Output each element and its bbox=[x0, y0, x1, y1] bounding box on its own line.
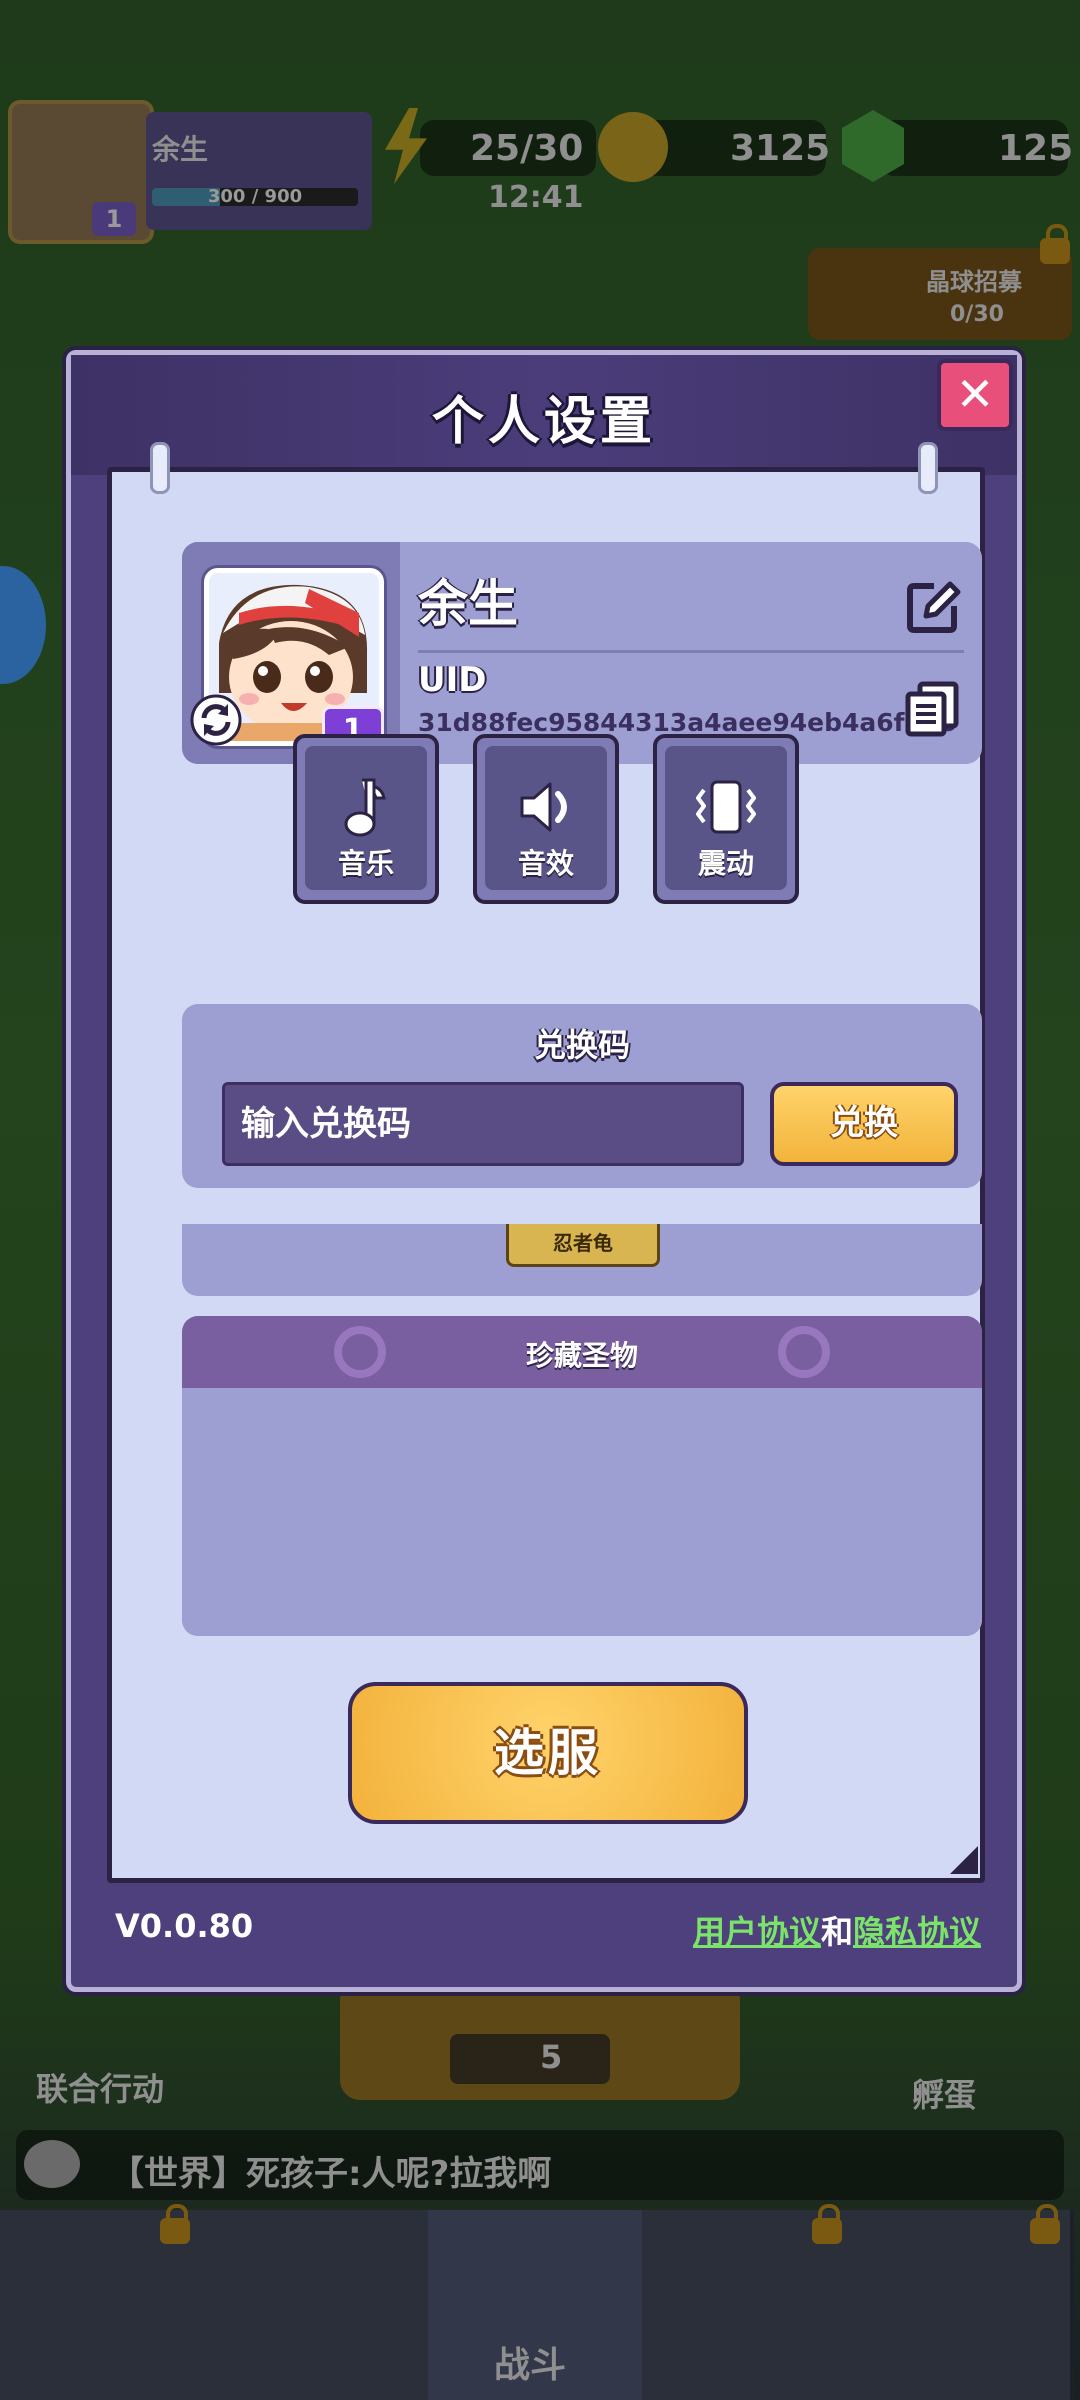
select-server-button[interactable]: 选服 bbox=[348, 1682, 748, 1824]
nav-lock-icon-3 bbox=[1030, 2204, 1060, 2244]
privacy-policy-link[interactable]: 隐私协议 bbox=[853, 1913, 981, 1951]
refresh-avatar-icon[interactable] bbox=[190, 694, 242, 746]
vibration-label: 震动 bbox=[697, 847, 754, 880]
copy-uid-icon[interactable] bbox=[904, 680, 960, 738]
settings-paper: 1 余生 UID 31d88fec95844313a4aee94eb4a6f64… bbox=[107, 442, 985, 1883]
hud-gem-value: 125 bbox=[998, 128, 1074, 169]
hud-player-name: 余生 bbox=[152, 133, 209, 166]
redeem-code-card: 兑换码 兑换 bbox=[182, 1004, 982, 1188]
pin-right bbox=[918, 442, 938, 494]
vibration-toggle-button[interactable]: 震动 bbox=[653, 734, 799, 904]
redeem-button[interactable]: 兑换 bbox=[770, 1082, 958, 1166]
sound-effects-toggle-button[interactable]: 音效 bbox=[473, 734, 619, 904]
close-icon: ✕ bbox=[955, 367, 995, 421]
uid-label: UID bbox=[418, 660, 487, 700]
close-button[interactable]: ✕ bbox=[937, 359, 1013, 431]
hud-energy-value: 25/30 bbox=[470, 128, 584, 169]
nav-lock-icon-2 bbox=[812, 2204, 842, 2244]
music-note-icon bbox=[344, 778, 386, 837]
relics-card: 珍藏圣物 bbox=[182, 1316, 982, 1636]
sound-effects-label: 音效 bbox=[517, 847, 574, 880]
paper-fold-corner bbox=[950, 1846, 978, 1874]
recruit-count: 0/30 bbox=[950, 302, 1004, 327]
agreement-and-text: 和 bbox=[820, 1913, 853, 1951]
hud-exp-text: 300 / 900 bbox=[207, 186, 303, 207]
hud-level-badge: 1 bbox=[92, 202, 136, 236]
music-label: 音乐 bbox=[337, 847, 394, 880]
uid-value: 31d88fec95844313a4aee94eb4a6f646 bbox=[418, 708, 957, 737]
music-toggle-button[interactable]: 音乐 bbox=[293, 734, 439, 904]
nav-battle-label: 战斗 bbox=[494, 2345, 567, 2386]
challenge-cost-pill bbox=[450, 2034, 610, 2084]
redeem-code-title: 兑换码 bbox=[533, 1026, 630, 1064]
profile-card: 1 余生 UID 31d88fec95844313a4aee94eb4a6f64… bbox=[182, 542, 982, 764]
hud-coin-value: 3125 bbox=[730, 128, 831, 169]
recruit-lock-icon bbox=[1040, 224, 1070, 264]
relics-list bbox=[182, 1388, 982, 1636]
recruit-title: 晶球招募 bbox=[926, 268, 1022, 296]
edit-name-icon[interactable] bbox=[904, 578, 962, 636]
pin-left bbox=[150, 442, 170, 494]
speaker-icon bbox=[520, 782, 567, 832]
name-divider bbox=[418, 650, 964, 653]
nav-slot-heroes[interactable] bbox=[214, 2210, 432, 2400]
collection-item-tag[interactable]: 忍者龟 bbox=[506, 1224, 660, 1267]
challenge-cost: 5 bbox=[540, 2038, 563, 2076]
dialog-title: 个人设置 bbox=[431, 392, 656, 452]
left-feature-label[interactable]: 联合行动 bbox=[36, 2064, 164, 2110]
relics-title: 珍藏圣物 bbox=[525, 1339, 638, 1372]
coin-icon bbox=[598, 112, 668, 182]
vibration-icon bbox=[696, 780, 756, 834]
redeem-code-input[interactable] bbox=[222, 1082, 744, 1166]
hud-energy-timer: 12:41 bbox=[488, 180, 584, 215]
user-agreement-link[interactable]: 用户协议 bbox=[693, 1913, 821, 1951]
chat-icon bbox=[24, 2140, 80, 2188]
nav-lock-icon-1 bbox=[160, 2204, 190, 2244]
personal-settings-dialog: 个人设置 ✕ 1 余生 UID 31d88fec95844313a4aee94e… bbox=[66, 350, 1022, 1992]
right-feature-label[interactable]: 孵蛋 bbox=[912, 2070, 976, 2116]
side-bubble[interactable] bbox=[0, 566, 46, 684]
chat-message: 【世界】死孩子:人呢?拉我啊 bbox=[110, 2154, 552, 2194]
version-label: V0.0.80 bbox=[115, 1907, 254, 1945]
agreement-links: 用户协议和隐私协议 bbox=[693, 1907, 981, 1953]
player-name: 余生 bbox=[418, 575, 518, 633]
collection-card-partial: 忍者龟 bbox=[182, 1224, 982, 1296]
